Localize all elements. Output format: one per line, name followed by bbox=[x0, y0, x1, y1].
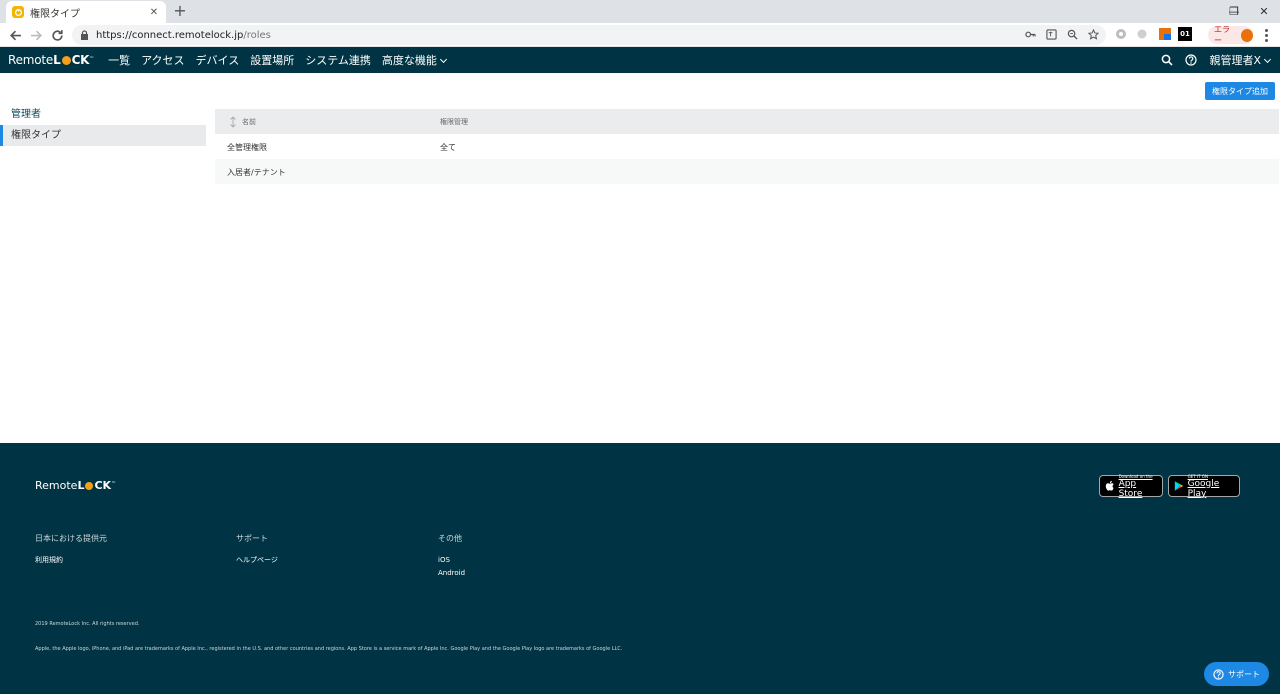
footer-link-help[interactable]: ヘルプページ bbox=[236, 554, 278, 567]
translate-icon[interactable] bbox=[1045, 28, 1058, 41]
help-icon[interactable] bbox=[1185, 54, 1198, 66]
role-name-cell: 入居者/テナント bbox=[227, 168, 286, 177]
footer-heading: その他 bbox=[438, 534, 462, 543]
roles-table: 名前 権限管理 全管理権限 全て 入居者/テナント bbox=[215, 109, 1279, 184]
footer-logo: RemoteL CK™ bbox=[35, 479, 117, 492]
support-button[interactable]: サポート bbox=[1204, 662, 1269, 686]
footer-link-ios[interactable]: iOS bbox=[438, 554, 465, 567]
chevron-down-icon bbox=[439, 55, 447, 64]
reload-icon[interactable] bbox=[48, 26, 66, 44]
new-tab-button[interactable]: + bbox=[172, 2, 188, 20]
main-nav: 一覧 アクセス デバイス 設置場所 システム連携 高度な機能 bbox=[108, 52, 447, 68]
nav-item-devices[interactable]: デバイス bbox=[196, 52, 240, 68]
chevron-down-icon bbox=[1263, 55, 1272, 64]
nav-item-locations[interactable]: 設置場所 bbox=[250, 52, 294, 68]
copyright-text: 2019 RemoteLock Inc. All rights reserved… bbox=[35, 621, 140, 627]
extension-badge-icon[interactable]: 01 bbox=[1178, 27, 1192, 41]
browser-tabbar: 権限タイプ ✕ + — bbox=[0, 0, 1280, 23]
role-permission-cell: 全て bbox=[440, 143, 456, 152]
lock-icon bbox=[80, 30, 89, 40]
table-header: 名前 権限管理 bbox=[215, 109, 1279, 134]
url-text: https://connect.remotelock.jp/roles bbox=[96, 29, 271, 41]
footer-link-terms[interactable]: 利用規約 bbox=[35, 554, 107, 567]
nav-item-list[interactable]: 一覧 bbox=[108, 52, 130, 68]
forward-arrow-icon[interactable] bbox=[27, 26, 45, 44]
extension-icon[interactable] bbox=[1114, 27, 1128, 41]
sidebar: 管理者 権限タイプ bbox=[0, 100, 206, 146]
extension-icon[interactable] bbox=[1135, 27, 1149, 41]
extension-icon[interactable] bbox=[1158, 27, 1172, 41]
browser-tab[interactable]: 権限タイプ ✕ bbox=[6, 1, 166, 23]
browser-menu-icon[interactable] bbox=[1260, 27, 1272, 43]
tab-close-icon[interactable]: ✕ bbox=[148, 7, 160, 18]
address-bar[interactable]: https://connect.remotelock.jp/roles bbox=[72, 25, 1106, 45]
legal-text: Apple, the Apple logo, iPhone, and iPad … bbox=[35, 646, 623, 652]
footer-column-provider: 日本における提供元 利用規約 bbox=[35, 533, 107, 567]
table-row[interactable]: 全管理権限 全て bbox=[215, 134, 1279, 159]
footer: RemoteL CK™ Download on the App Store GET … bbox=[0, 443, 1280, 694]
key-icon[interactable] bbox=[1024, 28, 1037, 41]
user-menu[interactable]: 親管理者X bbox=[1209, 52, 1272, 68]
footer-column-support: サポート ヘルプページ bbox=[236, 533, 278, 567]
table-row[interactable]: 入居者/テナント bbox=[215, 159, 1279, 184]
profile-error-pill[interactable]: エラー bbox=[1208, 25, 1253, 45]
apple-icon bbox=[1105, 480, 1114, 491]
nav-item-integrations[interactable]: システム連携 bbox=[305, 52, 371, 68]
column-header-permissions: 権限管理 bbox=[440, 117, 468, 126]
help-icon bbox=[1213, 668, 1224, 680]
browser-toolbar: https://connect.remotelock.jp/roles 01 エ… bbox=[0, 23, 1280, 47]
avatar bbox=[1240, 28, 1253, 42]
window-close-button[interactable]: ✕ bbox=[1249, 0, 1279, 23]
back-arrow-icon[interactable] bbox=[6, 26, 24, 44]
footer-heading: サポート bbox=[236, 534, 268, 543]
column-header-name[interactable]: 名前 bbox=[229, 115, 256, 128]
footer-column-other: その他 iOS Android bbox=[438, 533, 465, 580]
footer-heading: 日本における提供元 bbox=[35, 534, 107, 543]
zoom-icon[interactable] bbox=[1066, 28, 1079, 41]
remotelock-logo[interactable]: RemoteL CK™ bbox=[8, 53, 94, 67]
window-restore-button[interactable]: ❐ bbox=[1219, 0, 1249, 23]
footer-link-android[interactable]: Android bbox=[438, 567, 465, 580]
sort-icon bbox=[230, 115, 236, 128]
app-store-badge[interactable]: Download on the App Store bbox=[1099, 474, 1163, 499]
remotelock-favicon-icon bbox=[12, 6, 24, 18]
app-header: RemoteL CK™ 一覧 アクセス デバイス 設置場所 システム連携 高度な機… bbox=[0, 47, 1280, 73]
google-play-icon bbox=[1174, 481, 1184, 491]
tab-title: 権限タイプ bbox=[30, 8, 80, 20]
sidebar-heading: 管理者 bbox=[11, 109, 41, 120]
bookmark-star-icon[interactable] bbox=[1087, 28, 1100, 41]
search-icon[interactable] bbox=[1161, 54, 1174, 66]
add-role-type-button[interactable]: 権限タイプ追加 bbox=[1205, 82, 1275, 100]
google-play-badge[interactable]: GET IT ON Google Play bbox=[1168, 474, 1240, 499]
nav-item-access[interactable]: アクセス bbox=[141, 52, 184, 68]
sidebar-item-role-types[interactable]: 権限タイプ bbox=[0, 125, 206, 146]
nav-item-advanced[interactable]: 高度な機能 bbox=[382, 52, 447, 68]
role-name-cell: 全管理権限 bbox=[227, 143, 267, 152]
